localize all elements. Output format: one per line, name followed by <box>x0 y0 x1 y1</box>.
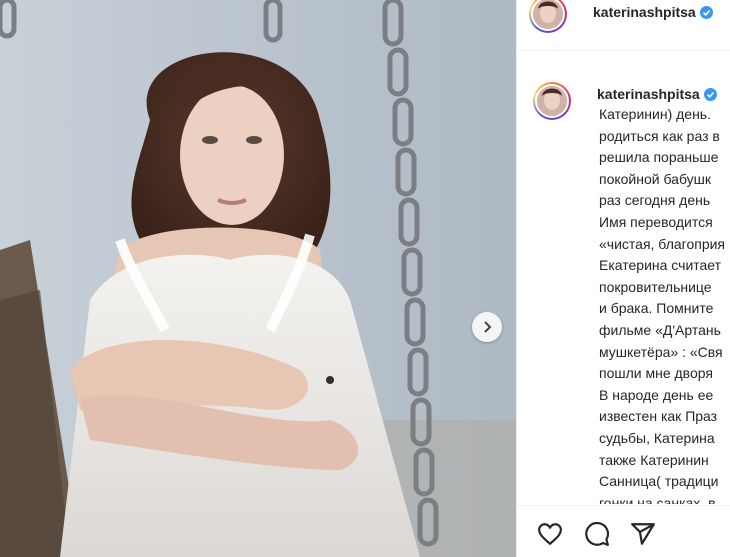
caption-line: покойной бабушк <box>599 170 712 187</box>
avatar[interactable] <box>529 0 567 33</box>
caption-line: решила пораньше <box>599 149 719 166</box>
post-sidebar: katerinashpitsa katerinashpitsa Катерини… <box>516 0 730 557</box>
caption-line: В народе день ее <box>599 386 714 403</box>
photo-image <box>0 0 516 557</box>
caption-line: Катеринин) день. <box>599 106 711 122</box>
comment-icon[interactable] <box>584 521 610 547</box>
header-username[interactable]: katerinashpitsa <box>593 4 713 20</box>
caption-text: Катеринин) день. родиться как раз в реши… <box>599 104 730 504</box>
verified-badge-icon <box>703 88 717 101</box>
caption-line: Екатерина считает <box>599 257 722 274</box>
caption-line: раз сегодня день <box>599 192 711 209</box>
post-photo[interactable] <box>0 0 516 557</box>
post-actions <box>517 505 730 557</box>
caption-username[interactable]: katerinashpitsa <box>597 86 717 102</box>
caption-line: Имя переводится <box>599 213 713 230</box>
caption-line: Санница( традици <box>599 473 719 490</box>
chevron-right-icon <box>484 321 492 333</box>
caption-line: покровительнице <box>599 278 712 295</box>
caption-line: «чистая, благоприя <box>599 235 725 252</box>
caption-line: фильме «Д'Артань <box>599 321 721 338</box>
caption-line: родиться как раз в <box>599 127 720 144</box>
caption-line: мушкетёра» : «Свя <box>599 343 723 360</box>
caption-line: гонки на санках, в <box>599 494 716 504</box>
share-icon[interactable] <box>630 521 656 547</box>
caption-line: пошли мне дворя <box>599 365 713 382</box>
heart-icon[interactable] <box>537 521 563 547</box>
verified-badge-icon <box>699 6 713 19</box>
post-header: katerinashpitsa <box>517 0 730 51</box>
caption-line: известен как Праз <box>599 408 718 425</box>
caption-line: также Катеринин <box>599 451 709 468</box>
caption-line: и брака. Помните <box>599 300 714 317</box>
comment-avatar[interactable] <box>533 82 571 120</box>
caption-line: судьбы, Катерина <box>599 429 715 446</box>
carousel-next-button[interactable] <box>472 312 502 342</box>
